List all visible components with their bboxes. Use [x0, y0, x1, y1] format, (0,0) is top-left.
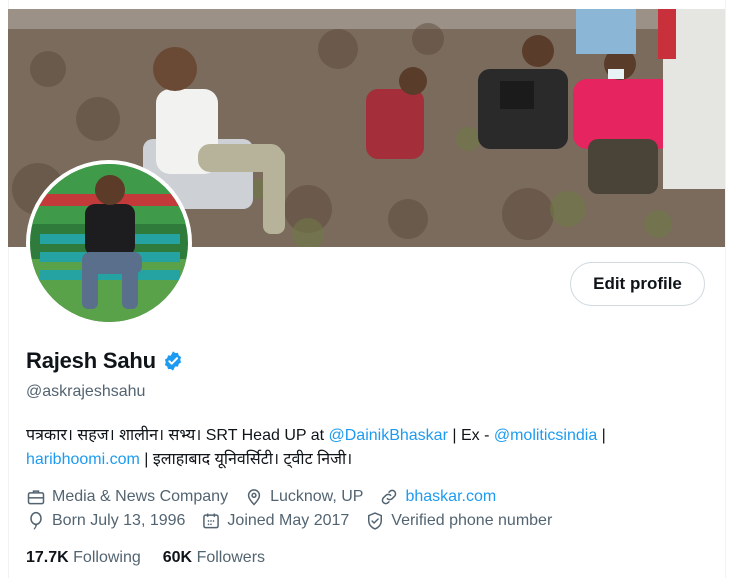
- category-item: Media & News Company: [26, 487, 228, 507]
- briefcase-icon: [26, 487, 46, 507]
- followers-link[interactable]: 60K Followers: [163, 549, 265, 567]
- bio-text: |: [597, 427, 606, 444]
- link-icon: [379, 487, 399, 507]
- profile-name-row: Rajesh Sahu: [26, 348, 184, 374]
- website-link[interactable]: bhaskar.com: [405, 488, 496, 506]
- joined-item: Joined May 2017: [201, 511, 349, 531]
- profile-bio: पत्रकार। सहज। शालीन। सभ्य। SRT Head UP a…: [26, 424, 706, 472]
- mention-link[interactable]: @DainikBhaskar: [329, 427, 448, 444]
- birthday-label: Born July 13, 1996: [52, 512, 186, 529]
- joined-label: Joined May 2017: [227, 512, 350, 529]
- bio-text: | Ex -: [447, 427, 494, 444]
- verified-phone-label: Verified phone number: [391, 512, 553, 529]
- following-link[interactable]: 17.7K Following: [26, 549, 141, 567]
- bio-text: | इलाहाबाद यूनिवर्सिटी। ट्वीट निजी।: [139, 451, 353, 468]
- bio-url-link[interactable]: haribhoomi.com: [26, 451, 140, 468]
- verified-shield-icon: [365, 511, 385, 531]
- profile-display-name: Rajesh Sahu: [26, 348, 156, 373]
- website-item[interactable]: bhaskar.com: [379, 487, 496, 507]
- calendar-icon: [201, 511, 221, 531]
- following-label: Following: [73, 549, 141, 566]
- followers-count: 60K: [162, 549, 193, 566]
- follow-stats: 17.7K Following 60K Followers: [26, 549, 265, 567]
- birthday-balloon-icon: [26, 511, 46, 531]
- location-label: Lucknow, UP: [270, 488, 364, 505]
- followers-label: Followers: [196, 549, 266, 566]
- location-item: Lucknow, UP: [244, 487, 363, 507]
- profile-meta-row: Media & News Company Lucknow, UP bhaskar…: [26, 487, 512, 507]
- mention-link[interactable]: @moliticsindia: [494, 427, 597, 444]
- profile-handle: @askrajeshsahu: [26, 383, 146, 400]
- category-label: Media & News Company: [52, 488, 229, 505]
- profile-meta-row: Born July 13, 1996 Joined May 2017 Verif…: [26, 511, 568, 531]
- column-border-right: [725, 0, 726, 578]
- avatar-photo: [30, 164, 188, 322]
- following-count: 17.7K: [26, 549, 69, 566]
- profile-avatar[interactable]: [26, 160, 192, 326]
- location-pin-icon: [244, 487, 264, 507]
- verified-phone-item: Verified phone number: [365, 511, 552, 531]
- bio-text: पत्रकार। सहज। शालीन। सभ्य। SRT Head UP a…: [26, 427, 329, 444]
- verified-badge-icon[interactable]: [162, 350, 184, 372]
- birthday-item: Born July 13, 1996: [26, 511, 185, 531]
- edit-profile-button[interactable]: Edit profile: [570, 262, 705, 306]
